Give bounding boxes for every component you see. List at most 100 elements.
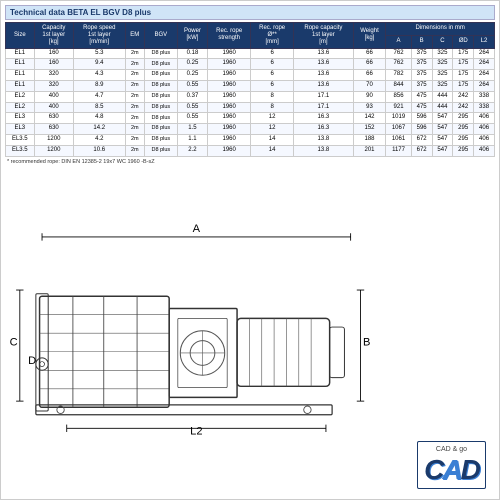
- svg-text:A: A: [193, 223, 201, 235]
- table-cell: 6: [251, 48, 294, 59]
- table-cell: 175: [453, 59, 474, 70]
- table-cell: 160: [34, 59, 73, 70]
- table-cell: 6: [251, 59, 294, 70]
- table-cell: 66: [353, 59, 386, 70]
- table-cell: 547: [432, 145, 453, 156]
- table-cell: 264: [474, 48, 495, 59]
- table-cell: 1960: [208, 113, 251, 124]
- table-cell: 856: [386, 91, 411, 102]
- table-cell: 295: [453, 113, 474, 124]
- table-cell: 8.9: [73, 80, 125, 91]
- table-cell: D8 plus: [144, 145, 177, 156]
- table-cell: 2m: [125, 91, 144, 102]
- table-cell: 14: [251, 134, 294, 145]
- table-cell: 2m: [125, 48, 144, 59]
- table-cell: 762: [386, 59, 411, 70]
- table-cell: 66: [353, 70, 386, 81]
- col-header: Power[kW]: [177, 23, 207, 49]
- table-cell: 242: [453, 91, 474, 102]
- table-cell: 4.8: [73, 113, 125, 124]
- table-cell: 1960: [208, 145, 251, 156]
- table-cell: D8 plus: [144, 102, 177, 113]
- table-cell: 1960: [208, 134, 251, 145]
- table-cell: 1019: [386, 113, 411, 124]
- table-cell: 406: [474, 124, 495, 135]
- col-header: Rope capacity1st layer[m]: [294, 23, 354, 49]
- table-cell: 596: [411, 113, 432, 124]
- winch-diagram: A C D B L2: [5, 171, 400, 495]
- table-cell: 630: [34, 113, 73, 124]
- table-cell: 672: [411, 134, 432, 145]
- table-cell: 406: [474, 134, 495, 145]
- footnote: * recommended rope: DIN EN 12385-2 19x7 …: [5, 159, 495, 165]
- table-cell: 264: [474, 70, 495, 81]
- table-cell: EL1: [6, 59, 35, 70]
- table-cell: 2m: [125, 102, 144, 113]
- table-cell: 13.6: [294, 48, 354, 59]
- dim-subheader: B: [411, 35, 432, 48]
- table-cell: 188: [353, 134, 386, 145]
- table-cell: 160: [34, 48, 73, 59]
- table-cell: 13.8: [294, 145, 354, 156]
- table-cell: 295: [453, 134, 474, 145]
- table-cell: 325: [432, 80, 453, 91]
- table-cell: 14: [251, 145, 294, 156]
- table-row: EL363014.22mD8 plus1.519601216.315210675…: [6, 124, 495, 135]
- table-cell: 547: [432, 134, 453, 145]
- table-cell: 2m: [125, 70, 144, 81]
- table-cell: 175: [453, 70, 474, 81]
- table-cell: 6: [251, 70, 294, 81]
- table-row: EL11605.32mD8 plus0.181960613.6667623753…: [6, 48, 495, 59]
- dim-subheader: A: [386, 35, 411, 48]
- table-cell: 1960: [208, 124, 251, 135]
- table-cell: 2.2: [177, 145, 207, 156]
- table-cell: 406: [474, 145, 495, 156]
- table-cell: 2m: [125, 124, 144, 135]
- table-cell: 444: [432, 102, 453, 113]
- table-cell: EL3.5: [6, 145, 35, 156]
- table-cell: EL3.5: [6, 134, 35, 145]
- table-cell: EL2: [6, 91, 35, 102]
- table-cell: D8 plus: [144, 113, 177, 124]
- table-cell: 596: [411, 124, 432, 135]
- table-cell: EL2: [6, 102, 35, 113]
- table-cell: 1960: [208, 80, 251, 91]
- table-cell: 2m: [125, 59, 144, 70]
- table-cell: 152: [353, 124, 386, 135]
- data-table: SizeCapacity1st layer[kg]Rope speed1st l…: [5, 22, 495, 157]
- diagram-section: A C D B L2: [1, 167, 404, 499]
- table-cell: 1067: [386, 124, 411, 135]
- table-cell: EL1: [6, 80, 35, 91]
- table-cell: 1.5: [177, 124, 207, 135]
- table-cell: 9.4: [73, 59, 125, 70]
- table-cell: 1.1: [177, 134, 207, 145]
- table-cell: 375: [411, 70, 432, 81]
- table-cell: 0.25: [177, 59, 207, 70]
- table-cell: 264: [474, 80, 495, 91]
- table-cell: 375: [411, 59, 432, 70]
- dim-subheader: ØD: [453, 35, 474, 48]
- table-cell: 12: [251, 124, 294, 135]
- svg-text:D: D: [28, 355, 36, 367]
- table-cell: 1960: [208, 102, 251, 113]
- table-cell: 6: [251, 80, 294, 91]
- table-cell: D8 plus: [144, 80, 177, 91]
- svg-text:B: B: [363, 336, 370, 348]
- table-cell: D8 plus: [144, 59, 177, 70]
- col-header: Capacity1st layer[kg]: [34, 23, 73, 49]
- table-cell: 406: [474, 113, 495, 124]
- table-cell: 375: [411, 80, 432, 91]
- table-cell: 17.1: [294, 102, 354, 113]
- col-header: Size: [6, 23, 35, 49]
- col-header: BGV: [144, 23, 177, 49]
- cad-box[interactable]: CAD & go CAD: [417, 441, 486, 489]
- col-header: Rec. ropeØ**[mm]: [251, 23, 294, 49]
- table-cell: 17.1: [294, 91, 354, 102]
- table-cell: EL3: [6, 113, 35, 124]
- table-cell: 16.3: [294, 113, 354, 124]
- table-cell: 16.3: [294, 124, 354, 135]
- table-cell: 2m: [125, 134, 144, 145]
- table-cell: 8: [251, 91, 294, 102]
- table-cell: 1177: [386, 145, 411, 156]
- table-cell: 630: [34, 124, 73, 135]
